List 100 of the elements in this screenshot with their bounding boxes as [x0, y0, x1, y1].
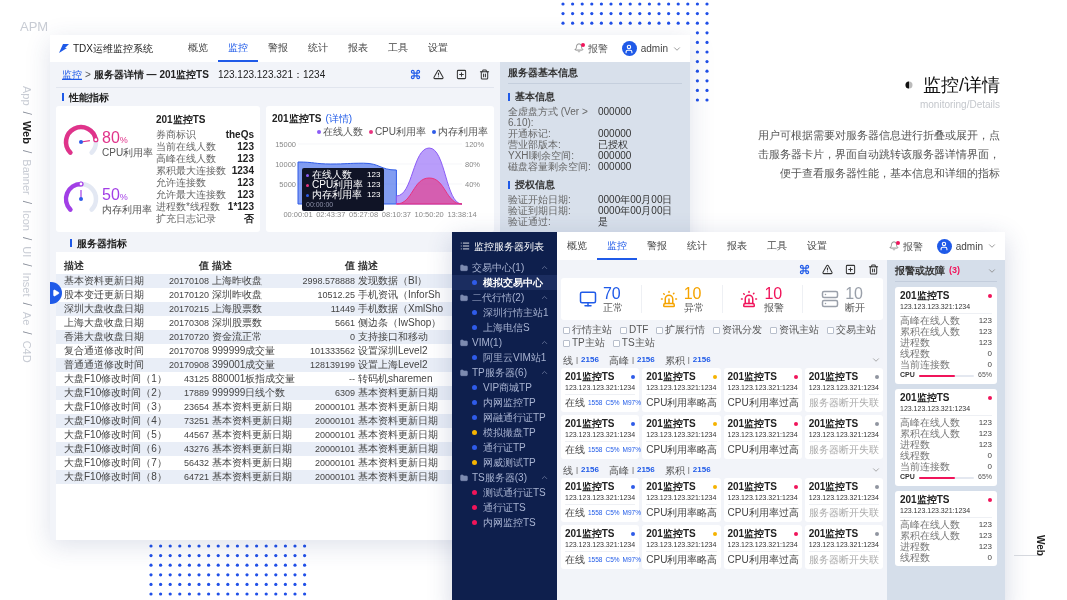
- tree-item[interactable]: 网融通行证TP: [452, 410, 557, 425]
- nav-tab[interactable]: 设置: [418, 35, 458, 62]
- details-link[interactable]: (详情): [325, 111, 353, 126]
- table-cell-text: 设置深圳Level2: [358, 345, 429, 357]
- nav-tab[interactable]: 报表: [338, 35, 378, 62]
- tree-item[interactable]: 上海电信S: [452, 320, 557, 335]
- filter-checkbox[interactable]: 扩展行情: [656, 324, 706, 336]
- table-cell-text: --: [348, 373, 355, 385]
- alert-link[interactable]: 报警: [902, 238, 923, 254]
- nav-tab[interactable]: 设置: [797, 232, 837, 260]
- nav-link[interactable]: Web: [18, 120, 36, 144]
- table-cell: 大盘F10修改时间（6）: [64, 443, 164, 455]
- info-value: 0000年00月00日: [598, 194, 673, 205]
- trash-icon[interactable]: [868, 263, 879, 275]
- section-title: 授权信息: [515, 178, 555, 192]
- filter-checkbox[interactable]: TP主站: [563, 337, 605, 349]
- filter-checkbox[interactable]: DTF: [620, 324, 649, 336]
- chevron-up-icon: [540, 338, 549, 347]
- folder-icon: [460, 293, 468, 302]
- filter-checkbox[interactable]: 交易主站: [827, 324, 877, 336]
- add-icon[interactable]: [845, 263, 856, 275]
- tree-group[interactable]: 二代行情(2): [452, 290, 557, 305]
- server-name: 201监控TS: [900, 494, 950, 506]
- folder-icon: [460, 368, 468, 377]
- filter-checkbox[interactable]: 资讯主站: [770, 324, 820, 336]
- table-cell-text: 56432: [182, 457, 209, 469]
- tree-item[interactable]: 深圳行情主站1: [452, 305, 557, 320]
- table-cell-text: 深圳股票数: [212, 317, 263, 329]
- trash-icon[interactable]: [479, 69, 490, 80]
- server-icon: [821, 290, 840, 308]
- stat-label: 累积在线人数: [900, 530, 960, 541]
- filter-checkbox[interactable]: TS主站: [612, 337, 655, 349]
- panel-title: 服务器基本信息: [508, 66, 578, 80]
- breadcrumb-link[interactable]: 监控: [62, 67, 82, 82]
- separator: /: [19, 331, 35, 335]
- nav-tab[interactable]: 报表: [717, 232, 757, 260]
- stat-value: 123: [978, 417, 992, 428]
- tree-item[interactable]: 阿里云VIM站1: [452, 350, 557, 365]
- table-cell-text: 17889: [182, 387, 209, 399]
- tree-group[interactable]: TP服务器(6): [452, 365, 557, 380]
- avatar-icon[interactable]: [621, 41, 637, 56]
- chevron-up-icon: [540, 293, 549, 302]
- bell-icon[interactable]: [573, 43, 585, 54]
- tree-item[interactable]: 通行证TS: [452, 500, 557, 515]
- group-stat-value: 2156: [692, 464, 711, 476]
- tree-item[interactable]: VIP商城TP: [452, 380, 557, 395]
- tree-item[interactable]: 内网监控TS: [452, 515, 557, 530]
- tree-group[interactable]: VIM(1): [452, 335, 557, 350]
- table-cell-text: 深圳昨收盘: [212, 289, 263, 301]
- stat-value: 123: [978, 530, 992, 541]
- table-cell: 大盘F10修改时间（4）: [64, 415, 164, 427]
- tree-item[interactable]: 模拟撮盘TP: [452, 425, 557, 440]
- tree-group[interactable]: 交易中心(1): [452, 260, 557, 275]
- summary-label: 断开: [845, 302, 866, 313]
- table-cell-text: 手机资讯（InforSh: [358, 289, 442, 301]
- user-name[interactable]: admin: [640, 41, 668, 56]
- add-icon[interactable]: [456, 69, 467, 80]
- nav-tab[interactable]: 警报: [637, 232, 677, 260]
- separator: |: [687, 354, 690, 366]
- separator: |: [631, 464, 634, 476]
- table-cell-text: 6309: [333, 387, 355, 399]
- stat-value: 0: [987, 348, 992, 359]
- warning-icon[interactable]: [822, 263, 833, 275]
- metric-label: 在线: [565, 397, 585, 409]
- server-name: 201监控TS: [727, 418, 777, 430]
- info-value: 000000: [598, 128, 632, 139]
- filter-checkbox[interactable]: 行情主站: [563, 324, 612, 336]
- info-value: 是: [598, 216, 608, 227]
- tree-item[interactable]: 测试通行证TS: [452, 485, 557, 500]
- summary-count: 10: [764, 285, 783, 302]
- tree-item[interactable]: 网威测试TP: [452, 455, 557, 470]
- command-icon[interactable]: [799, 263, 810, 275]
- section-title: 性能指标: [69, 90, 109, 105]
- column-header: 值: [198, 258, 209, 273]
- stat-label: 累积最大连接数: [156, 165, 226, 177]
- nav-tab[interactable]: 统计: [298, 35, 338, 62]
- stat-label: 高峰在线人数: [900, 519, 960, 530]
- section-title: 基本信息: [515, 90, 555, 104]
- table-cell-text: 设置上海Level2: [358, 359, 429, 371]
- table-cell-text: 10512.25: [316, 289, 355, 301]
- tree-item[interactable]: 内网监控TP: [452, 395, 557, 410]
- chevron-up-icon: [540, 473, 549, 482]
- nav-tab[interactable]: 概览: [557, 232, 597, 260]
- command-icon[interactable]: [410, 69, 421, 80]
- filter-checkbox[interactable]: 资讯分发: [713, 324, 763, 336]
- nav-tab[interactable]: 统计: [677, 232, 717, 260]
- status-note: 服务器断开失联: [808, 507, 879, 519]
- warning-icon[interactable]: [433, 69, 444, 80]
- status-note: 服务器断开失联: [808, 554, 879, 566]
- nav-tab[interactable]: 警报: [258, 35, 298, 62]
- nav-tab[interactable]: 工具: [757, 232, 797, 260]
- nav-tab[interactable]: 概览: [178, 35, 218, 62]
- alert-link[interactable]: 报警: [587, 41, 608, 56]
- tree-group[interactable]: TS服务器(3): [452, 470, 557, 485]
- nav-tab[interactable]: 工具: [378, 35, 418, 62]
- user-name[interactable]: admin: [955, 238, 983, 254]
- bell-icon[interactable]: [888, 240, 900, 252]
- avatar-icon[interactable]: [936, 238, 952, 254]
- tree-item[interactable]: 模拟交易中心: [452, 275, 557, 290]
- tree-item[interactable]: 通行证TP: [452, 440, 557, 455]
